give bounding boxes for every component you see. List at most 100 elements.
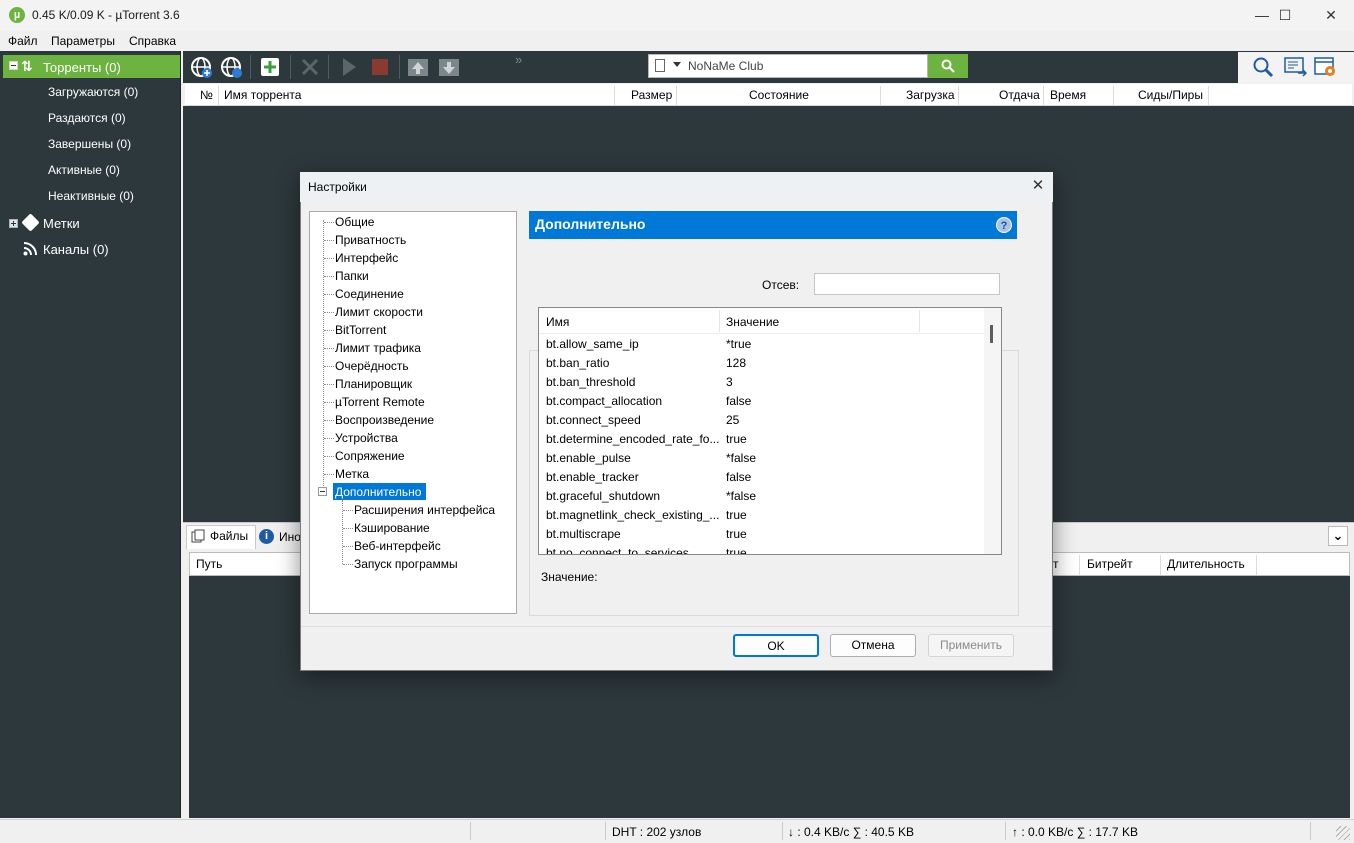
stop-icon[interactable] <box>369 56 391 78</box>
tree-item[interactable]: Лимит трафика <box>335 341 421 355</box>
sidebar-item-downloading[interactable]: Загружаются (0) <box>48 85 138 99</box>
column-size[interactable]: Размер <box>631 88 672 102</box>
maximize-button[interactable]: ☐ <box>1262 0 1308 31</box>
start-icon[interactable] <box>338 55 360 79</box>
files-icon <box>191 529 205 543</box>
tree-item[interactable]: BitTorrent <box>335 323 386 337</box>
column-download[interactable]: Загрузка <box>906 88 955 102</box>
settings-icon[interactable] <box>1313 56 1337 78</box>
table-row[interactable]: bt.determine_encoded_rate_fo... true <box>539 432 985 451</box>
toolbar-overflow-button[interactable]: » <box>515 52 522 67</box>
apply-button[interactable]: Применить <box>928 634 1014 657</box>
column-name[interactable]: Имя <box>546 315 569 329</box>
column-partial[interactable]: т <box>1053 557 1059 571</box>
column-number[interactable]: № <box>200 88 213 102</box>
sidebar-item-inactive[interactable]: Неактивные (0) <box>48 189 134 203</box>
tree-item[interactable]: Сопряжение <box>335 449 405 463</box>
column-name[interactable]: Имя торрента <box>224 88 301 102</box>
collapse-icon[interactable] <box>9 61 18 70</box>
setting-value: *true <box>726 337 752 351</box>
ok-button[interactable]: OK <box>733 634 819 657</box>
tree-connector <box>324 294 334 295</box>
remote-icon[interactable] <box>1283 56 1307 78</box>
add-url-icon[interactable] <box>189 55 213 79</box>
sidebar-item-completed[interactable]: Завершены (0) <box>48 137 131 151</box>
table-row[interactable]: bt.compact_allocation false <box>539 394 985 413</box>
move-down-icon[interactable] <box>437 55 461 79</box>
column-seeds-peers[interactable]: Сиды/Пиры <box>1138 88 1203 102</box>
tree-item[interactable]: Планировщик <box>335 377 412 391</box>
table-row[interactable]: bt.no_connect_to_services true <box>539 546 985 555</box>
move-up-icon[interactable] <box>406 55 430 79</box>
tree-item[interactable]: Интерфейс <box>335 251 398 265</box>
table-row[interactable]: bt.connect_speed 25 <box>539 413 985 432</box>
collapse-panel-button[interactable]: ⌄ <box>1328 526 1348 546</box>
scrollbar-thumb[interactable] <box>990 325 993 343</box>
tree-item[interactable]: µTorrent Remote <box>335 395 425 409</box>
column-upload[interactable]: Отдача <box>999 88 1040 102</box>
tree-collapse-icon[interactable] <box>318 487 327 496</box>
advanced-settings-table[interactable]: Имя Значение bt.allow_same_ip *true bt.ban… <box>538 307 1002 555</box>
table-row[interactable]: bt.ban_threshold 3 <box>539 375 985 394</box>
setting-name: bt.graceful_shutdown <box>546 489 661 503</box>
filter-input[interactable] <box>814 273 1000 295</box>
tree-item[interactable]: Устройства <box>335 431 398 445</box>
table-scrollbar[interactable] <box>984 308 1001 554</box>
tree-subitem[interactable]: Кэширование <box>354 521 430 535</box>
tree-item[interactable]: Очерёдность <box>335 359 409 373</box>
table-row[interactable]: bt.ban_ratio 128 <box>539 356 985 375</box>
tab-info[interactable]: Ино <box>279 530 301 544</box>
search-provider-icon[interactable] <box>655 59 665 72</box>
menu-file[interactable]: Файл <box>8 34 38 48</box>
search-input-value: NoNaMe Club <box>688 59 764 73</box>
table-row[interactable]: bt.enable_pulse *false <box>539 451 985 470</box>
table-row[interactable]: bt.multiscrape true <box>539 527 985 546</box>
cancel-button[interactable]: Отмена <box>830 634 916 657</box>
setting-name: bt.compact_allocation <box>546 394 663 408</box>
menu-help[interactable]: Справка <box>129 34 176 48</box>
sidebar-item-seeding[interactable]: Раздаются (0) <box>48 111 126 125</box>
table-row[interactable]: bt.allow_same_ip *true <box>539 337 985 356</box>
setting-name: bt.allow_same_ip <box>546 337 639 351</box>
tree-item[interactable]: Приватность <box>335 233 406 247</box>
add-torrent-icon[interactable] <box>258 55 282 79</box>
setting-name: bt.ban_ratio <box>546 356 610 370</box>
tree-connector <box>324 438 334 439</box>
tree-item[interactable]: Лимит скорости <box>335 305 423 319</box>
column-bitrate[interactable]: Битрейт <box>1087 557 1133 571</box>
tree-item[interactable]: Воспроизведение <box>335 413 434 427</box>
setting-value: true <box>726 546 747 555</box>
tree-item[interactable]: Метка <box>335 467 369 481</box>
tree-connector <box>324 366 334 367</box>
setting-name: bt.ban_threshold <box>546 375 636 389</box>
dialog-close-button[interactable]: ✕ <box>1028 176 1048 196</box>
column-value[interactable]: Значение <box>726 315 779 329</box>
tree-subitem[interactable]: Запуск программы <box>354 557 458 571</box>
tree-item[interactable]: Папки <box>335 269 369 283</box>
expand-icon[interactable] <box>9 219 18 228</box>
column-status[interactable]: Состояние <box>749 88 809 102</box>
create-torrent-icon[interactable] <box>219 55 243 79</box>
search-button[interactable] <box>928 54 968 78</box>
remove-icon[interactable] <box>299 56 321 78</box>
tree-item[interactable]: Общие <box>335 215 374 229</box>
column-path[interactable]: Путь <box>196 557 222 571</box>
tree-item[interactable]: Соединение <box>335 287 404 301</box>
menu-options[interactable]: Параметры <box>51 34 115 48</box>
resize-grip[interactable] <box>1336 826 1350 840</box>
table-row[interactable]: bt.graceful_shutdown *false <box>539 489 985 508</box>
chevron-down-icon[interactable] <box>673 62 681 67</box>
tree-connector <box>324 240 334 241</box>
sidebar-item-active[interactable]: Активные (0) <box>48 163 120 177</box>
tree-subitem[interactable]: Веб-интерфейс <box>354 539 441 553</box>
table-row[interactable]: bt.enable_tracker false <box>539 470 985 489</box>
table-row[interactable]: bt.magnetlink_check_existing_... true <box>539 508 985 527</box>
column-time[interactable]: Время <box>1050 88 1086 102</box>
tree-subitem[interactable]: Расширения интерфейса <box>354 503 495 517</box>
close-window-button[interactable]: ✕ <box>1308 0 1354 31</box>
sidebar-item-feeds[interactable]: Каналы (0) <box>43 242 109 257</box>
search-icon[interactable] <box>1252 56 1274 78</box>
sidebar-item-labels[interactable]: Метки <box>43 216 80 231</box>
help-icon[interactable]: ? <box>996 217 1012 233</box>
column-duration[interactable]: Длительность <box>1167 557 1245 571</box>
